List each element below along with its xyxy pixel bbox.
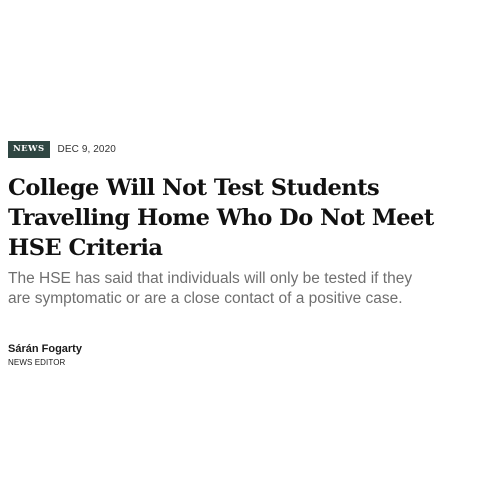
publish-date: DEC 9, 2020	[57, 143, 116, 155]
author-name[interactable]: Sárán Fogarty	[8, 342, 488, 356]
author-role: NEWS EDITOR	[8, 358, 66, 367]
byline: Sárán Fogarty NEWS EDITOR	[8, 342, 488, 369]
category-badge[interactable]: NEWS	[8, 140, 50, 158]
headline: College Will Not Test Students Travellin…	[8, 175, 434, 261]
article-header: NEWS DEC 9, 2020 College Will Not Test S…	[8, 140, 488, 369]
article-meta: NEWS DEC 9, 2020	[8, 140, 488, 158]
subheadline: The HSE has said that individuals will o…	[8, 270, 413, 307]
